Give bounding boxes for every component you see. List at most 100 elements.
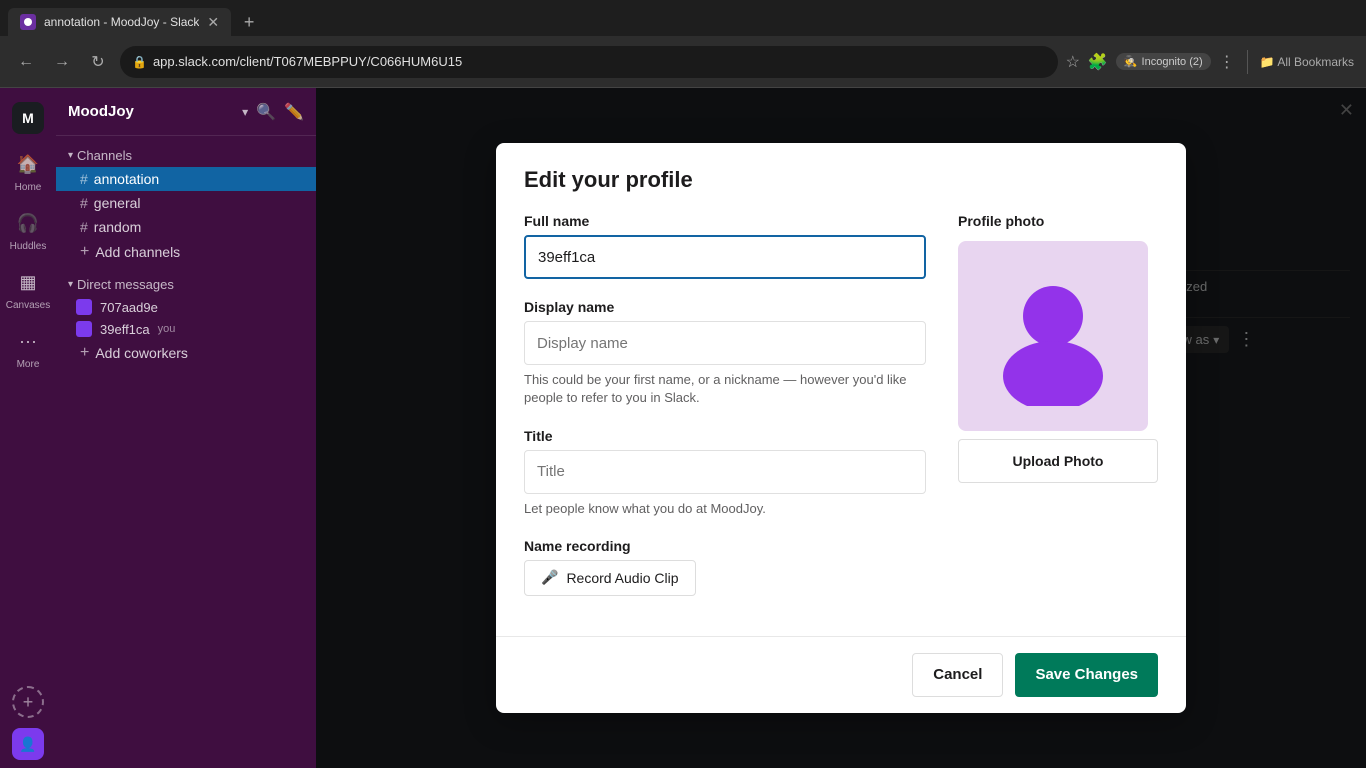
dialog-left-column: Full name Display name This could be you… (524, 213, 926, 616)
dialog-header: Edit your profile (496, 143, 1186, 193)
channel-name: annotation (94, 171, 159, 187)
full-name-label: Full name (524, 213, 926, 229)
channel-general[interactable]: # general (56, 191, 316, 215)
hash-icon: # (80, 195, 88, 211)
save-changes-button[interactable]: Save Changes (1015, 653, 1158, 697)
profile-photo-container (958, 241, 1148, 431)
address-bar[interactable]: 🔒 app.slack.com/client/T067MEBPPUY/C066H… (120, 46, 1058, 78)
nav-huddles[interactable]: 🎧 Huddles (0, 201, 56, 258)
refresh-button[interactable]: ↻ (84, 48, 112, 76)
sidebar-content: ▾ Channels # annotation # general # rand… (56, 136, 316, 768)
channel-random[interactable]: # random (56, 215, 316, 239)
dialog-footer: Cancel Save Changes (496, 636, 1186, 713)
sidebar-edit-icon[interactable]: ✏️ (284, 102, 304, 122)
tab-favicon (20, 14, 36, 30)
channel-name: general (94, 195, 141, 211)
dm-707aad9e[interactable]: 707aad9e (56, 296, 316, 318)
full-name-input[interactable] (524, 235, 926, 279)
huddles-icon: 🎧 (12, 207, 44, 239)
sidebar-search-icon[interactable]: 🔍 (256, 102, 276, 122)
url-display: app.slack.com/client/T067MEBPPUY/C066HUM… (153, 54, 1046, 69)
nav-canvases[interactable]: ▦ Canvases (0, 260, 56, 317)
display-name-hint: This could be your first name, or a nick… (524, 371, 926, 407)
channels-arrow-icon: ▾ (68, 150, 73, 161)
add-coworkers-icon: + (80, 344, 89, 362)
title-input[interactable] (524, 450, 926, 494)
channels-header[interactable]: ▾ Channels (56, 144, 316, 167)
workspace-avatar: M (12, 102, 44, 134)
record-btn-label: Record Audio Clip (566, 570, 678, 586)
new-tab-button[interactable]: + (235, 8, 263, 36)
profile-avatar-svg (983, 266, 1123, 406)
mic-icon: 🎤 (541, 569, 558, 586)
bookmark-icon[interactable]: ☆ (1066, 52, 1080, 72)
dialog-title: Edit your profile (524, 167, 1158, 193)
dialog-body: Full name Display name This could be you… (496, 193, 1186, 636)
tab-title: annotation - MoodJoy - Slack (44, 15, 199, 29)
tab-close-button[interactable]: ✕ (207, 14, 219, 31)
display-name-group: Display name This could be your first na… (524, 299, 926, 407)
canvases-label: Canvases (6, 300, 50, 311)
full-name-input-wrapper (524, 235, 926, 279)
browser-menu-icon[interactable]: ⋮ (1219, 52, 1235, 72)
add-coworkers-item[interactable]: + Add coworkers (56, 340, 316, 366)
add-channel-icon: + (80, 243, 89, 261)
dm-header[interactable]: ▾ Direct messages (56, 273, 316, 296)
add-channels-label: Add channels (95, 244, 180, 260)
name-recording-label: Name recording (524, 538, 926, 554)
profile-photo-label: Profile photo (958, 213, 1158, 229)
workspace-name: MoodJoy (68, 103, 234, 120)
home-icon: 🏠 (12, 148, 44, 180)
dm-avatar (76, 299, 92, 315)
add-coworkers-label: Add coworkers (95, 345, 188, 361)
workspace-header: MoodJoy ▾ 🔍 ✏️ (56, 88, 316, 136)
more-icon: ··· (12, 325, 44, 357)
channel-name: random (94, 219, 141, 235)
add-channels-item[interactable]: + Add channels (56, 239, 316, 265)
title-hint: Let people know what you do at MoodJoy. (524, 500, 926, 518)
full-name-group: Full name (524, 213, 926, 279)
record-audio-button[interactable]: 🎤 Record Audio Clip (524, 560, 696, 596)
hash-icon: # (80, 219, 88, 235)
upload-photo-label: Upload Photo (1013, 453, 1104, 469)
nav-more[interactable]: ··· More (0, 319, 56, 376)
title-label: Title (524, 428, 926, 444)
workspace-icon-item[interactable]: M (0, 96, 56, 140)
forward-button[interactable]: → (48, 48, 76, 76)
add-workspace-button[interactable]: + (12, 686, 44, 718)
user-avatar-icon[interactable]: 👤 (12, 728, 44, 760)
dm-name: 707aad9e (100, 300, 158, 315)
dm-name: 39eff1ca (100, 322, 150, 337)
hash-icon: # (80, 171, 88, 187)
sidebar-icon-bar: M 🏠 Home 🎧 Huddles ▦ Canvases ··· More +… (0, 88, 56, 768)
huddles-label: Huddles (10, 241, 47, 252)
display-name-input[interactable] (524, 321, 926, 365)
sidebar-panel: MoodJoy ▾ 🔍 ✏️ ▾ Channels # annotation (56, 88, 316, 768)
back-button[interactable]: ← (12, 48, 40, 76)
display-name-label: Display name (524, 299, 926, 315)
cancel-button[interactable]: Cancel (912, 653, 1003, 697)
name-recording-group: Name recording 🎤 Record Audio Clip (524, 538, 926, 596)
dm-avatar (76, 321, 92, 337)
more-label: More (17, 359, 40, 370)
dm-you-badge: you (158, 323, 176, 335)
edit-profile-dialog: Edit your profile Full name (496, 143, 1186, 713)
canvases-icon: ▦ (12, 266, 44, 298)
bookmarks-label: 📁 All Bookmarks (1260, 55, 1354, 69)
workspace-chevron-icon: ▾ (242, 105, 248, 119)
extensions-icon[interactable]: 🧩 (1088, 52, 1108, 72)
browser-tab[interactable]: annotation - MoodJoy - Slack ✕ (8, 8, 231, 36)
dm-header-label: Direct messages (77, 277, 174, 292)
dialog-overlay: Edit your profile Full name (316, 88, 1366, 768)
channels-label: Channels (77, 148, 132, 163)
channels-section: ▾ Channels # annotation # general # rand… (56, 144, 316, 265)
nav-home[interactable]: 🏠 Home (0, 142, 56, 199)
channel-annotation[interactable]: # annotation (56, 167, 316, 191)
browser-chrome: annotation - MoodJoy - Slack ✕ + ← → ↻ 🔒… (0, 0, 1366, 88)
dm-39eff1ca[interactable]: 39eff1ca you (56, 318, 316, 340)
dm-arrow-icon: ▾ (68, 279, 73, 290)
main-content: ✕ ff1ca Edit name pronunciation ive, n (316, 88, 1366, 768)
title-group: Title Let people know what you do at Moo… (524, 428, 926, 518)
upload-photo-button[interactable]: Upload Photo (958, 439, 1158, 483)
home-label: Home (15, 182, 42, 193)
